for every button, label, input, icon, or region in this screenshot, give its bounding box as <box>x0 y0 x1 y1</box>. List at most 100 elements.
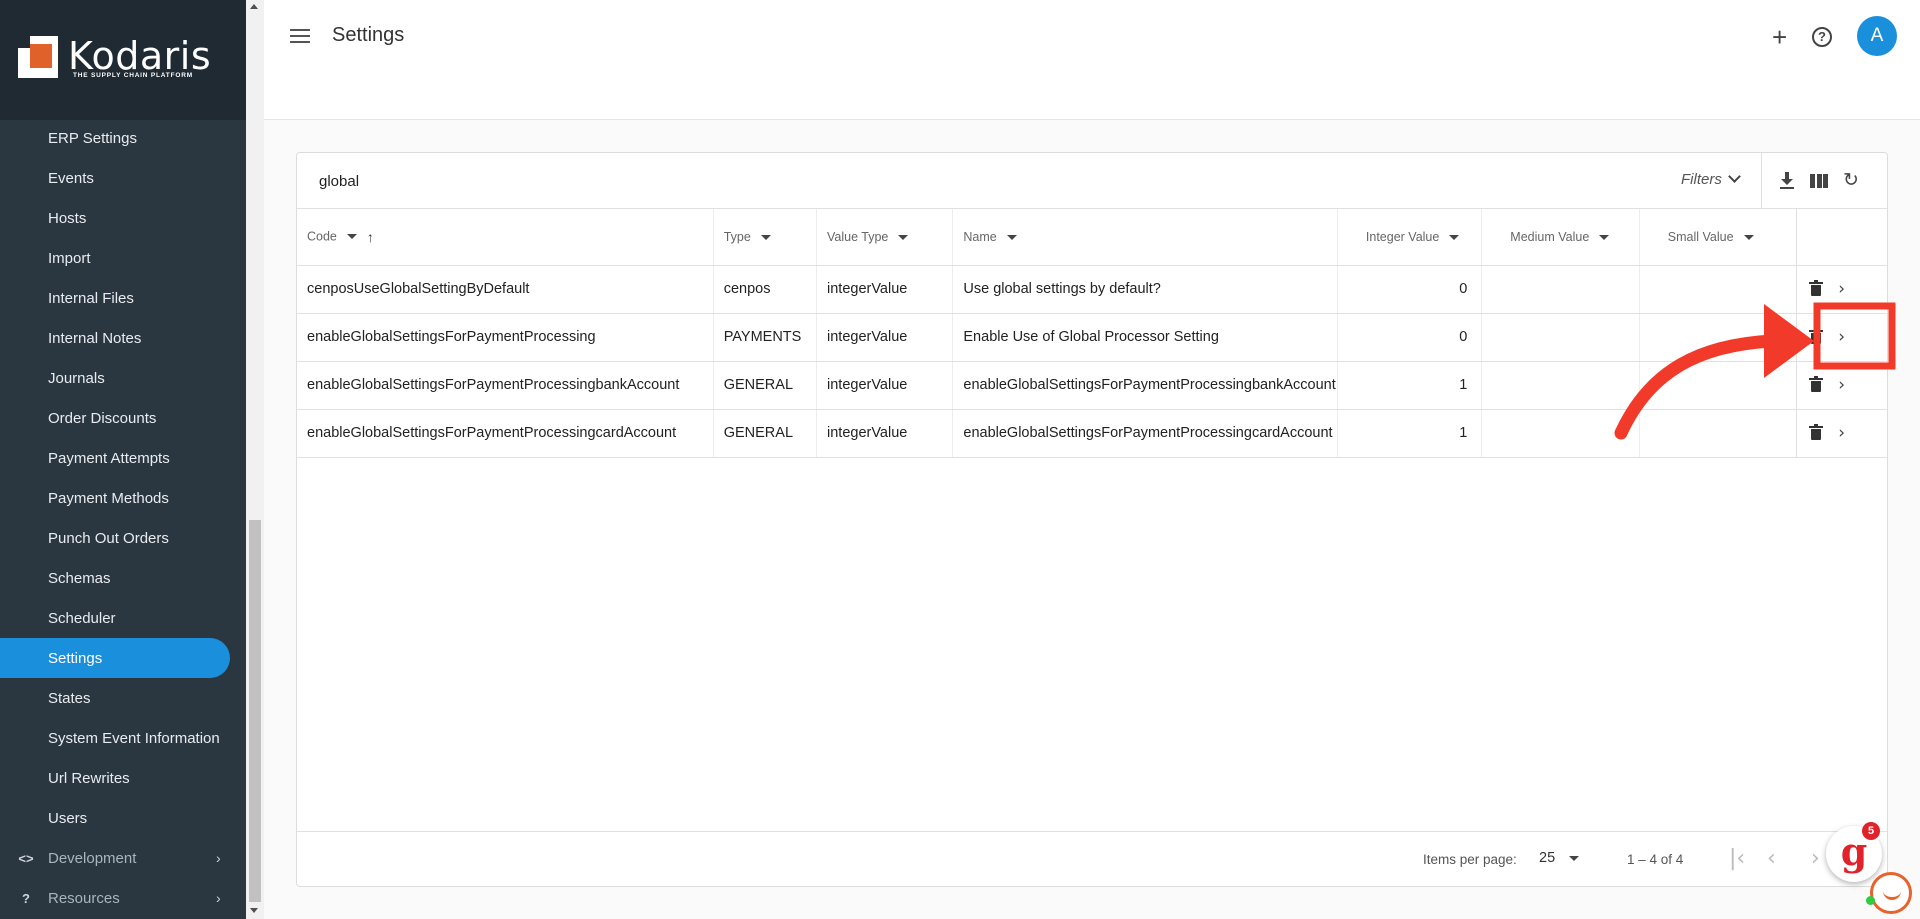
column-header-medium-value[interactable]: Medium Value <box>1481 209 1640 266</box>
sort-dropdown-icon[interactable] <box>760 234 771 240</box>
cell-small-value <box>1639 409 1797 458</box>
app-root: Kodaris THE SUPPLY CHAIN PLATFORM ERP Se… <box>0 0 1920 919</box>
refresh-icon[interactable]: ↻ <box>1841 171 1861 191</box>
sidebar-scrollbar-thumb[interactable] <box>249 520 261 902</box>
cell-integer-value: 0 <box>1337 265 1483 314</box>
sidebar-item-hosts[interactable]: Hosts <box>0 198 246 238</box>
sort-dropdown-icon[interactable] <box>1449 234 1460 240</box>
sidebar-item-users[interactable]: Users <box>0 798 246 838</box>
chevron-right-icon[interactable]: › <box>1838 279 1845 299</box>
brand-tagline: THE SUPPLY CHAIN PLATFORM <box>73 72 193 79</box>
delete-icon[interactable] <box>1809 424 1824 440</box>
delete-icon[interactable] <box>1809 328 1824 344</box>
add-icon[interactable]: + <box>1772 22 1787 53</box>
sidebar-item-system-event-information[interactable]: System Event Information <box>0 718 246 758</box>
sidebar-item-internal-notes[interactable]: Internal Notes <box>0 318 246 358</box>
column-header-actions <box>1796 209 1887 266</box>
sort-ascending-icon[interactable]: ↑ <box>367 229 374 245</box>
paginator-range: 1 – 4 of 4 <box>1627 852 1684 867</box>
sidebar-item-url-rewrites[interactable]: Url Rewrites <box>0 758 246 798</box>
chevron-right-icon[interactable]: › <box>1838 327 1845 347</box>
cell-medium-value <box>1481 265 1640 314</box>
filters-label: Filters <box>1681 171 1722 188</box>
cell-small-value <box>1639 313 1797 362</box>
column-header-value-type[interactable]: Value Type <box>816 209 954 266</box>
next-page-icon[interactable]: › <box>1811 846 1820 871</box>
column-header-small-value[interactable]: Small Value <box>1639 209 1797 266</box>
sidebar-item-internal-files[interactable]: Internal Files <box>0 278 246 318</box>
sidebar-group-development[interactable]: <> Development › <box>0 838 246 878</box>
items-per-page-label: Items per page: <box>1423 852 1517 867</box>
sidebar-group-resources[interactable]: ? Resources › <box>0 878 246 918</box>
column-header-type[interactable]: Type <box>713 209 818 266</box>
help-icon[interactable]: ? <box>1812 27 1832 47</box>
sidebar-item-payment-attempts[interactable]: Payment Attempts <box>0 438 246 478</box>
search-input[interactable] <box>319 167 919 195</box>
sort-dropdown-icon[interactable] <box>346 234 357 240</box>
cell-type: GENERAL <box>713 361 818 410</box>
sidebar-item-schemas[interactable]: Schemas <box>0 558 246 598</box>
sort-dropdown-icon[interactable] <box>1599 234 1610 240</box>
delete-icon[interactable] <box>1809 376 1824 392</box>
columns-icon[interactable] <box>1809 171 1829 191</box>
sidebar-nav: ERP Settings Events Hosts Import Interna… <box>0 118 246 918</box>
cell-code: enableGlobalSettingsForPaymentProcessing… <box>297 361 714 410</box>
settings-table-card: Filters ↻ Code↑ Type Value Type Name Int… <box>296 152 1888 887</box>
sidebar-item-events[interactable]: Events <box>0 158 246 198</box>
sort-dropdown-icon[interactable] <box>1006 234 1017 240</box>
column-header-name[interactable]: Name <box>952 209 1338 266</box>
scroll-down-arrow-icon[interactable] <box>250 908 258 913</box>
chevron-down-icon <box>1569 855 1580 861</box>
table-row[interactable]: cenposUseGlobalSettingByDefault cenpos i… <box>297 265 1887 314</box>
sidebar-item-payment-methods[interactable]: Payment Methods <box>0 478 246 518</box>
table-row[interactable]: enableGlobalSettingsForPaymentProcessing… <box>297 313 1887 362</box>
sidebar-item-journals[interactable]: Journals <box>0 358 246 398</box>
sidebar-item-order-discounts[interactable]: Order Discounts <box>0 398 246 438</box>
column-header-integer-value[interactable]: Integer Value <box>1337 209 1483 266</box>
delete-icon[interactable] <box>1809 280 1824 296</box>
chevron-right-icon[interactable]: › <box>1838 423 1845 443</box>
scroll-up-arrow-icon[interactable] <box>250 4 258 9</box>
cell-type: PAYMENTS <box>713 313 818 362</box>
sort-dropdown-icon[interactable] <box>1743 234 1754 240</box>
first-page-icon[interactable]: |‹ <box>1729 846 1745 871</box>
cell-code: cenposUseGlobalSettingByDefault <box>297 265 714 314</box>
row-actions: › <box>1796 313 1887 362</box>
cell-code: enableGlobalSettingsForPaymentProcessing <box>297 313 714 362</box>
sidebar-item-erp-settings[interactable]: ERP Settings <box>0 118 246 158</box>
sidebar-item-import[interactable]: Import <box>0 238 246 278</box>
previous-page-icon[interactable]: ‹ <box>1767 846 1776 871</box>
cell-small-value <box>1639 265 1797 314</box>
cell-medium-value <box>1481 313 1640 362</box>
settings-table: Code ↑ Type Value Type Name Integer Value… <box>297 209 1887 458</box>
table-row[interactable]: enableGlobalSettingsForPaymentProcessing… <box>297 409 1887 458</box>
chat-notification-badge: 5 <box>1862 822 1880 840</box>
cell-type: GENERAL <box>713 409 818 458</box>
sidebar: Kodaris THE SUPPLY CHAIN PLATFORM ERP Se… <box>0 0 246 919</box>
sidebar-group-label: Development <box>48 849 137 867</box>
support-chat-icon[interactable] <box>1870 872 1912 914</box>
cell-name: enableGlobalSettingsForPaymentProcessing… <box>952 409 1338 458</box>
cell-integer-value: 1 <box>1337 361 1483 410</box>
kodaris-logo-icon <box>18 36 58 78</box>
sidebar-item-states[interactable]: States <box>0 678 246 718</box>
table-row[interactable]: enableGlobalSettingsForPaymentProcessing… <box>297 361 1887 410</box>
filters-dropdown[interactable]: Filters <box>1681 170 1741 188</box>
cell-value-type: integerValue <box>816 313 954 362</box>
sort-dropdown-icon[interactable] <box>898 234 909 240</box>
download-icon[interactable] <box>1777 171 1797 191</box>
cell-value-type: integerValue <box>816 409 954 458</box>
sidebar-item-punch-out-orders[interactable]: Punch Out Orders <box>0 518 246 558</box>
cell-name: Use global settings by default? <box>952 265 1338 314</box>
chevron-right-icon[interactable]: › <box>1838 375 1845 395</box>
cell-value-type: integerValue <box>816 265 954 314</box>
logo[interactable]: Kodaris THE SUPPLY CHAIN PLATFORM <box>0 0 246 120</box>
column-header-code[interactable]: Code ↑ <box>297 209 714 266</box>
sidebar-group-label: Resources <box>48 889 120 907</box>
items-per-page-select[interactable]: 25 <box>1539 850 1580 866</box>
hamburger-menu-icon[interactable] <box>290 29 310 45</box>
chevron-right-icon: › <box>216 890 221 906</box>
sidebar-item-scheduler[interactable]: Scheduler <box>0 598 246 638</box>
sidebar-item-settings[interactable]: Settings <box>0 638 230 678</box>
user-avatar[interactable]: A <box>1857 16 1897 56</box>
